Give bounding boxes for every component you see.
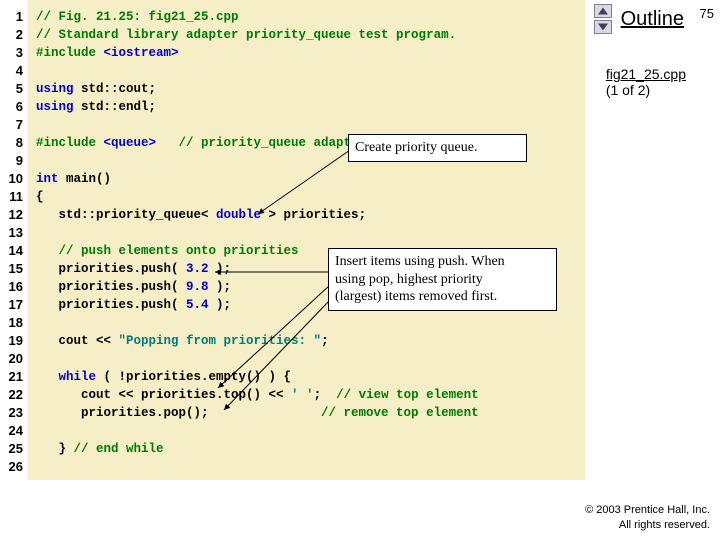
file-info: fig21_25.cpp (1 of 2) [606, 66, 686, 98]
line-number: 1 [0, 8, 28, 26]
line-number: 6 [0, 98, 28, 116]
code-line: cout << priorities.top() << ' '; // view… [36, 386, 585, 404]
code-line [36, 350, 585, 368]
line-number: 22 [0, 386, 28, 404]
line-number-gutter: 1 2 3 4 5 6 7 8 9 10 11 12 13 14 15 16 1… [0, 0, 28, 480]
code-line [36, 224, 585, 242]
code-line: { [36, 188, 585, 206]
nav-next-button[interactable] [594, 20, 612, 34]
code-line: #include <iostream> [36, 44, 585, 62]
file-part: (1 of 2) [606, 82, 650, 98]
callout-push-pop: Insert items using push. When using pop,… [328, 248, 557, 311]
code-area: // Fig. 21.25: fig21_25.cpp // Standard … [28, 0, 585, 480]
callout-create-queue: Create priority queue. [348, 134, 527, 162]
line-number: 25 [0, 440, 28, 458]
code-line: using std::cout; [36, 80, 585, 98]
line-number: 18 [0, 314, 28, 332]
code-line: int main() [36, 170, 585, 188]
copyright: © 2003 Prentice Hall, Inc. All rights re… [585, 503, 710, 532]
line-number: 9 [0, 152, 28, 170]
code-line [36, 314, 585, 332]
file-name: fig21_25.cpp [606, 66, 686, 82]
code-line: priorities.pop(); // remove top element [36, 404, 585, 422]
line-number: 7 [0, 116, 28, 134]
code-line: while ( !priorities.empty() ) { [36, 368, 585, 386]
code-line [36, 116, 585, 134]
outline-heading[interactable]: Outline [621, 8, 684, 31]
line-number: 15 [0, 260, 28, 278]
line-number: 5 [0, 80, 28, 98]
outline-nav [594, 4, 614, 36]
code-line: cout << "Popping from priorities: "; [36, 332, 585, 350]
line-number: 8 [0, 134, 28, 152]
line-number: 11 [0, 188, 28, 206]
line-number: 24 [0, 422, 28, 440]
line-number: 20 [0, 350, 28, 368]
line-number: 12 [0, 206, 28, 224]
code-line: // Standard library adapter priority_que… [36, 26, 585, 44]
line-number: 19 [0, 332, 28, 350]
line-number: 10 [0, 170, 28, 188]
code-line: // Fig. 21.25: fig21_25.cpp [36, 8, 585, 26]
code-line [36, 458, 585, 476]
line-number: 4 [0, 62, 28, 80]
code-line: std::priority_queue< double > priorities… [36, 206, 585, 224]
line-number: 17 [0, 296, 28, 314]
code-panel: 1 2 3 4 5 6 7 8 9 10 11 12 13 14 15 16 1… [0, 0, 585, 480]
line-number: 2 [0, 26, 28, 44]
code-line [36, 62, 585, 80]
line-number: 16 [0, 278, 28, 296]
line-number: 23 [0, 404, 28, 422]
code-line [36, 422, 585, 440]
line-number: 26 [0, 458, 28, 476]
code-line: } // end while [36, 440, 585, 458]
line-number: 3 [0, 44, 28, 62]
line-number: 13 [0, 224, 28, 242]
line-number: 21 [0, 368, 28, 386]
code-line: using std::endl; [36, 98, 585, 116]
line-number: 14 [0, 242, 28, 260]
nav-prev-button[interactable] [594, 4, 612, 18]
slide-number: 75 [700, 6, 714, 21]
